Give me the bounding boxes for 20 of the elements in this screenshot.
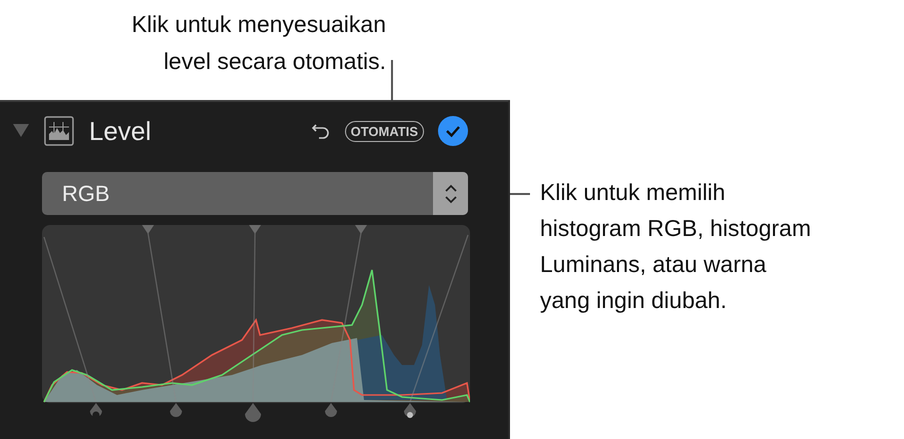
- callout-text: yang ingin diubah.: [540, 286, 728, 315]
- level-handle[interactable]: [90, 403, 102, 418]
- level-handle[interactable]: [245, 403, 261, 422]
- panel-title: Level: [89, 116, 152, 146]
- callout-text: histogram RGB, histogram: [540, 214, 811, 243]
- level-handle[interactable]: [325, 403, 337, 417]
- level-handle[interactable]: [170, 403, 182, 417]
- level-marker[interactable]: [355, 225, 367, 234]
- disclosure-triangle-icon[interactable]: [13, 124, 29, 138]
- auto-button[interactable]: OTOMATIS: [344, 120, 424, 142]
- level-marker[interactable]: [249, 225, 261, 234]
- callout-text: Luminans, atau warna: [540, 250, 768, 279]
- checkmark-icon[interactable]: [438, 116, 468, 146]
- histogram-icon: [44, 116, 74, 146]
- channel-dropdown[interactable]: RGB: [42, 172, 468, 215]
- callout-text: Klik untuk menyesuaikan: [132, 10, 386, 39]
- level-handle[interactable]: [404, 403, 416, 418]
- callout-text: level secara otomatis.: [164, 47, 386, 76]
- callout-text: Klik untuk memilih: [540, 178, 726, 207]
- level-marker[interactable]: [142, 225, 154, 234]
